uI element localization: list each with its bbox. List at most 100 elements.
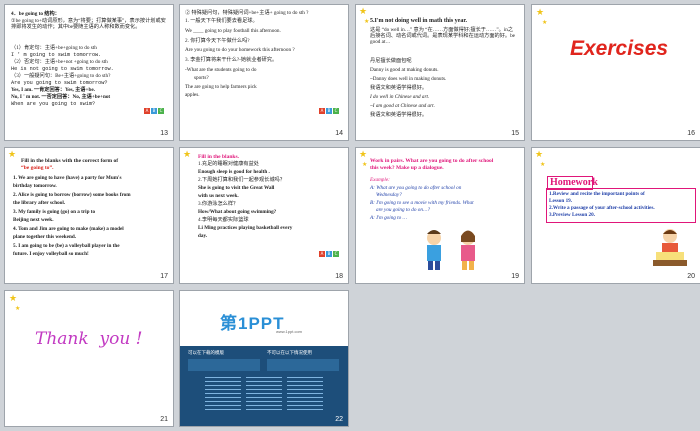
abc-logo: ABC [144,108,164,114]
slide-line: （2）否定句：主语+be+not +going to do sth [11,59,108,65]
slide-line: 3. 李金打算将来干什么?-她就业者研究。 [185,57,278,63]
slide-line: 3.Preview Lesson 20. [549,212,596,218]
slide-line: No, I ' m not. 一否定回答：No, 主语+be+not [11,94,111,100]
slide-line: “be going to”. [21,165,54,171]
slide-thumbnail-17[interactable]: ★ Fill in the blanks with the correct fo… [4,147,174,284]
slide-line: day. [198,233,208,239]
slide-number: 16 [687,130,695,137]
star-icon: ★ [183,150,192,160]
star-icon: ★ [359,7,368,17]
star-icon: ★ [9,294,18,304]
slide-line: （3）一般疑问句：Be+主语+going to do sth? [11,73,111,79]
slide-thumbnail-19[interactable]: ★ ★ Work in pairs. What are you going to… [355,147,525,284]
slide-number: 20 [687,273,695,280]
slide-line: Example: [370,177,390,183]
brand-url: www.1ppt.com [276,329,303,334]
slide-line: She is going to visit the Great Wall [198,185,275,191]
slide-line: Work in pairs. What are you going to do … [370,158,494,164]
slide-line: When are you going to swim? [11,101,96,107]
slide-thumbnail-16[interactable]: ★ ★ Exercises 16 [531,4,700,141]
star-icon: ★ [535,150,544,160]
slide-line: ①be going to+动词原形，意为“将要；打算做某事”，表示按计划或安排即… [11,18,166,31]
kids-illustration-image [427,230,475,270]
slide-number: 18 [335,273,343,280]
slide-line: 1.Review and recite the important points… [549,191,645,197]
slide-line: 5. I am going to be (be) a volleyball pl… [13,243,120,249]
slide-line: Lesson 19. [549,198,573,204]
slide-line: are you going to do on…? [376,207,431,213]
slide-line: 这是 “do well in…” 意为 “在……方面做得好;擅长于……”。in之… [370,27,515,46]
slide-line: Are you going to do your homework this a… [185,47,295,53]
slide-thumbnail-21[interactable]: ★ ★ Thank you ! 21 [4,290,174,427]
star-icon: ★ [540,161,546,168]
slide-line: with us next week. [198,193,239,199]
star-icon: ★ [362,161,368,168]
col1-text-block [188,359,260,371]
slide-number: 15 [511,130,519,137]
slide-line: ② 特殊疑问句，特殊疑问词+be+主语+ going to do sth ? [185,10,309,16]
slide-line: 丹尼擅长做面包呢 [370,58,412,64]
slide-line: 2. Alice is going to borrow (borrow) som… [13,192,131,198]
slide-line: 1.充足的睡眠对健康有益处 [198,161,259,167]
slide-thumbnail-22[interactable]: 第1PPT www.1ppt.com 可以在下载的模版 不可以在以下情况使用 2… [179,290,349,427]
slide-line: the library after school. [13,200,66,206]
slide-thumbnail-18[interactable]: ★ Fill in the blanks. 1.充足的睡眠对健康有益处 Enou… [179,147,349,284]
slide-line: 2. 你打算今天下午做什么吗? [185,38,250,44]
slide-line: A: I'm going to … [370,215,408,221]
slide-number: 14 [335,130,343,137]
abc-logo: ABC [319,108,339,114]
slide-line: future. I enjoy volleyball so much! [13,251,89,257]
slide-line: 3. My family is going (go) on a trip to [13,209,96,215]
slide-line: 我语文和英语学得很好。 [370,85,428,91]
star-icon: ★ [364,18,370,25]
slide-thumbnail-15[interactable]: ★ ★ 5.I'm not doing well in math this ye… [355,4,525,141]
slide-line: 我语文和英语学得很好。 [370,112,428,118]
slide-line: （1）肯定句：主语+be+going to do sth [11,45,97,51]
slide-line: Li Ming practices playing basketball eve… [198,225,293,231]
col2-heading: 不可以在以下情况使用 [267,350,312,355]
slide-line: this week? Make up a dialogue. [370,165,444,171]
slide-line: Fill in the blanks. [198,154,239,160]
slide-line: 1. We are going to have (have) a party f… [13,175,122,181]
slide-line: birthday tomorrow. [13,183,57,189]
brand-logo: 第1PPT [220,314,285,333]
slide-line: 2.Write a passage of your after-school a… [549,205,655,211]
slide-line: Fill in the blanks with the correct form… [21,158,119,164]
slide-line: A: What are you going to do after school… [370,185,462,191]
slide-line: Yes, I am. 一肯定回答：Yes, 主语+be. [11,87,95,93]
link-list-2 [246,377,282,413]
slide-line: 1. 一般天下午我们要去看足球。 [185,18,258,24]
slide-line: I ' m going to swim tomorrow. [11,52,102,58]
slide-line: 4. Tom and Jim are going to make (make) … [13,226,124,232]
slide-line: 4.李明每天都实际篮球 [198,217,249,223]
slide-line: How/What about going swimming? [198,209,277,215]
slide-line: 5.I'm not doing well in math this year. [370,18,467,24]
slide-number: 17 [160,273,168,280]
slide-line: sports? [194,75,209,81]
col1-heading: 可以在下载的模版 [188,350,224,355]
slide-number: 19 [511,273,519,280]
slide-line: Danny is good at making donuts. [370,67,439,73]
slide-line: Are you going to swim tomorrow? [11,80,108,86]
slide-line: ~I am good at Chinese and art. [370,103,435,109]
slide-line: We ____ going to play football this afte… [185,28,281,34]
star-icon: ★ [542,19,548,26]
slide-line: 4．be going to 结构： [11,11,60,17]
slide-thumbnail-13[interactable]: 4．be going to 结构： ①be going to+动词原形，意为“将… [4,4,174,141]
slide-line: 3.你游泳怎么样？ [198,201,239,207]
slide-thumbnail-20[interactable]: ★ ★ Homework 1.Review and recite the imp… [531,147,700,284]
slide-line: plane together this weekend. [13,234,77,240]
slide-number: 21 [160,416,168,423]
star-icon: ★ [536,8,545,18]
slide-thumbnail-14[interactable]: ② 特殊疑问句，特殊疑问词+be+主语+ going to do sth ? 1… [179,4,349,141]
abc-logo: ABC [319,251,339,257]
slide-line: He is not going to swim tomorrow. [11,66,114,72]
slide-line: Enough sleep is good for health . [198,169,270,175]
slide-line: I do well in Chinese and art. [370,94,430,100]
slide-line: -What are the students going to do [185,67,257,73]
slide-line: B: I'm going to see a movie with my frie… [370,200,474,206]
student-reading-image [653,229,687,266]
thank-you-title: Thank you ! [35,329,143,349]
slide-number: 13 [160,130,168,137]
slide-line: Beijing next week. [13,217,54,223]
